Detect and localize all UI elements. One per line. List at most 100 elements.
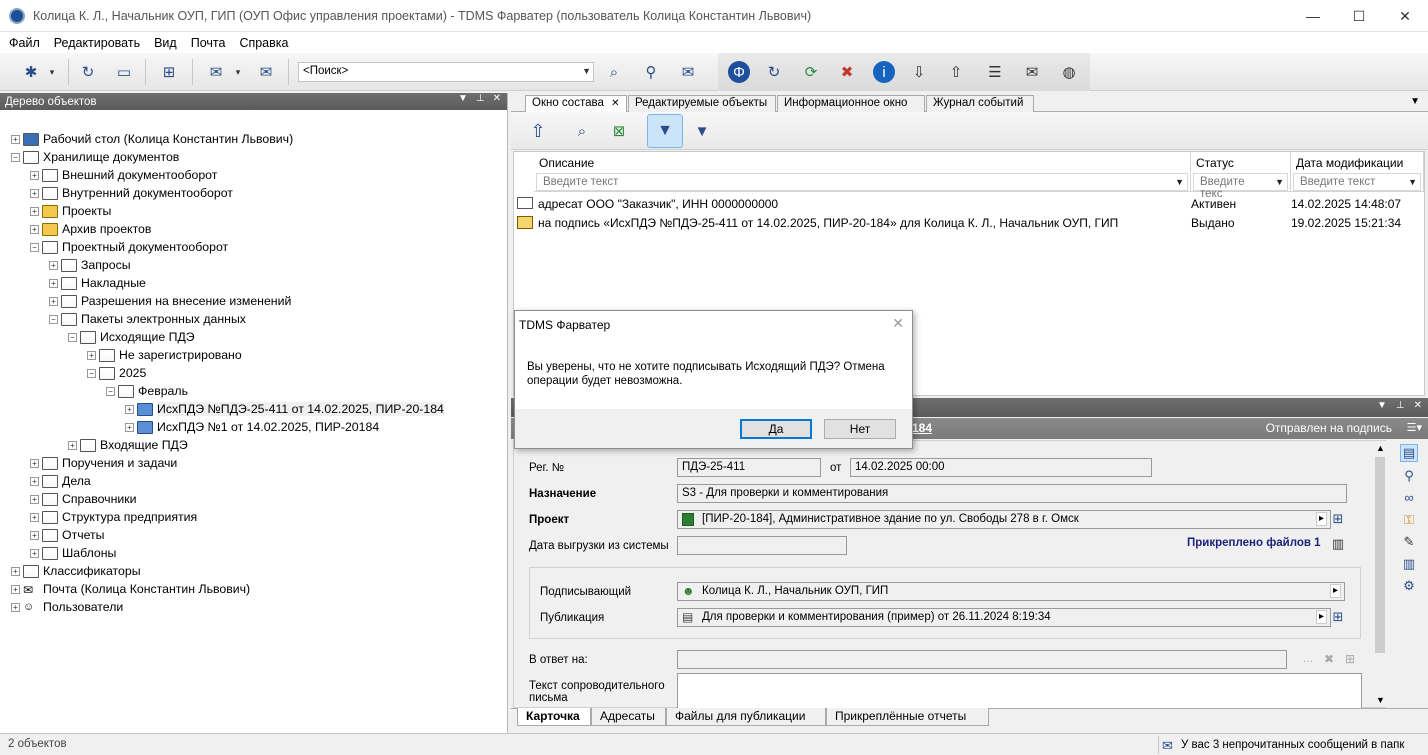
- key-icon[interactable]: ⚿: [1400, 512, 1418, 530]
- table-row[interactable]: на подпись «ИсхПДЭ №ПДЭ-25-411 от 14.02.…: [514, 215, 1424, 234]
- expand-icon[interactable]: +: [125, 422, 134, 432]
- card-scrollbar[interactable]: ▲ ▼: [1373, 441, 1387, 707]
- tab-addressees[interactable]: Адресаты: [591, 708, 666, 726]
- link-icon[interactable]: ∞: [1400, 490, 1418, 508]
- books-icon[interactable]: ▥: [1400, 556, 1418, 574]
- minimize-button[interactable]: —: [1290, 0, 1336, 32]
- chevron-right-icon[interactable]: ▸: [1330, 584, 1341, 598]
- publication-field[interactable]: ▤ Для проверки и комментирования (пример…: [677, 608, 1331, 627]
- info-icon[interactable]: i: [873, 61, 895, 83]
- tree-item[interactable]: − Исходящие ПДЭ: [68, 328, 195, 346]
- tree-item[interactable]: − Хранилище документов: [11, 148, 179, 166]
- collapse-icon[interactable]: −: [49, 314, 58, 324]
- window-icon[interactable]: ▭: [113, 61, 135, 83]
- no-button[interactable]: Нет: [824, 419, 896, 439]
- comment-icon[interactable]: ☰: [984, 61, 1006, 83]
- chevron-up-icon[interactable]: ▲: [1376, 443, 1385, 453]
- expand-icon[interactable]: +: [87, 350, 96, 360]
- menu-mail[interactable]: Почта: [184, 36, 233, 50]
- collapse-icon[interactable]: −: [87, 368, 96, 378]
- filter-settings-icon[interactable]: ▼: [691, 120, 713, 142]
- cover-letter-textarea[interactable]: [677, 673, 1362, 709]
- export-date-field[interactable]: [677, 536, 847, 555]
- tree-item[interactable]: + ☺ Пользователи: [11, 598, 123, 616]
- tab-edited-objects[interactable]: Редактируемые объекты: [628, 95, 776, 112]
- tree-item[interactable]: + Классификаторы: [11, 562, 141, 580]
- search-combo[interactable]: <Поиск> ▼: [298, 62, 594, 82]
- card-view-icon[interactable]: ▤: [1400, 444, 1418, 462]
- compose-mail-icon[interactable]: ✉: [205, 61, 227, 83]
- tab-attached-reports[interactable]: Прикреплённые отчеты: [826, 708, 989, 726]
- table-row[interactable]: адресат ООО "Заказчик", ИНН 0000000000 А…: [514, 196, 1424, 215]
- expand-icon[interactable]: +: [11, 584, 20, 594]
- expand-icon[interactable]: +: [30, 188, 39, 198]
- panel-menu-icon[interactable]: ▼: [1377, 400, 1387, 411]
- column-modified-date[interactable]: Дата модификации Введите текст ▼: [1291, 152, 1424, 192]
- expand-icon[interactable]: +: [30, 494, 39, 504]
- expand-icon[interactable]: +: [30, 512, 39, 522]
- attachments-icon[interactable]: ▥: [1329, 535, 1347, 553]
- new-object-icon[interactable]: ✱: [20, 61, 42, 83]
- search-folder-icon[interactable]: ⌕: [603, 61, 625, 83]
- dialog-close-button[interactable]: ✕: [892, 315, 904, 332]
- project-tree-icon[interactable]: ⊞: [1329, 510, 1347, 528]
- sync-users-icon[interactable]: ⟳: [800, 61, 822, 83]
- tree-item[interactable]: + Внутренний документооборот: [30, 184, 233, 202]
- tree-item[interactable]: + Входящие ПДЭ: [68, 436, 188, 454]
- search-user-icon[interactable]: ⚲: [640, 61, 662, 83]
- tree-item[interactable]: + Шаблоны: [30, 544, 116, 562]
- close-button[interactable]: ✕: [1382, 0, 1428, 32]
- column-status[interactable]: Статус Введите текс ▼: [1191, 152, 1291, 200]
- tree-item[interactable]: + Проекты: [30, 202, 111, 220]
- column-description[interactable]: Описание Введите текст ▼: [534, 152, 1191, 192]
- tree-item[interactable]: + Рабочий стол (Колица Константин Львович…: [11, 130, 293, 148]
- pin-icon[interactable]: ⊥: [1396, 400, 1405, 411]
- mail-out-icon[interactable]: ✉: [1021, 61, 1043, 83]
- maximize-button[interactable]: ☐: [1336, 0, 1382, 32]
- bookmark-up-icon[interactable]: ⇧: [945, 61, 967, 83]
- tree-item[interactable]: + Дела: [30, 472, 91, 490]
- menu-view[interactable]: Вид: [147, 36, 184, 50]
- chevron-down-icon[interactable]: ▼: [1175, 177, 1184, 187]
- expand-icon[interactable]: +: [30, 170, 39, 180]
- expand-icon[interactable]: +: [11, 566, 20, 576]
- new-object-dropdown-icon[interactable]: ▾: [46, 61, 58, 83]
- expand-icon[interactable]: +: [30, 530, 39, 540]
- panel-menu-icon[interactable]: ▼: [458, 93, 468, 104]
- reload-icon[interactable]: ↻: [763, 61, 785, 83]
- tabs-dropdown-icon[interactable]: ▼: [1410, 96, 1420, 107]
- attached-files-link[interactable]: Прикреплено файлов 1: [1187, 537, 1321, 549]
- purpose-field[interactable]: S3 - Для проверки и комментирования: [677, 484, 1347, 503]
- disconnect-icon[interactable]: ✖: [836, 61, 858, 83]
- collapse-icon[interactable]: −: [11, 152, 20, 162]
- expand-icon[interactable]: +: [30, 458, 39, 468]
- search-mail-icon[interactable]: ✉: [677, 61, 699, 83]
- tree-item[interactable]: + Отчеты: [30, 526, 105, 544]
- project-field[interactable]: [ПИР-20-184], Административное здание по…: [677, 510, 1331, 529]
- reg-number-field[interactable]: ПДЭ-25-411: [677, 458, 821, 477]
- status-dropdown-icon[interactable]: ☰▾: [1407, 421, 1422, 434]
- send-mail-icon[interactable]: ✉: [255, 61, 277, 83]
- expand-icon[interactable]: +: [11, 134, 20, 144]
- tab-info-window[interactable]: Информационное окно: [777, 95, 925, 112]
- tree-item[interactable]: + ✉ Почта (Колица Константин Львович): [11, 580, 250, 598]
- expand-icon[interactable]: +: [49, 296, 58, 306]
- tab-card[interactable]: Карточка: [517, 708, 591, 726]
- collapse-icon[interactable]: −: [30, 242, 39, 252]
- browse-icon[interactable]: …: [1299, 650, 1317, 668]
- chevron-down-icon[interactable]: ▼: [1408, 177, 1417, 187]
- tree-item[interactable]: + Поручения и задачи: [30, 454, 177, 472]
- expand-icon[interactable]: +: [49, 260, 58, 270]
- chevron-down-icon[interactable]: ▼: [1275, 177, 1284, 187]
- chevron-right-icon[interactable]: ▸: [1316, 512, 1327, 526]
- tree-item[interactable]: + Структура предприятия: [30, 508, 197, 526]
- card-number[interactable]: 184: [912, 421, 932, 435]
- export-excel-icon[interactable]: ⊠: [608, 120, 630, 142]
- tab-close-icon[interactable]: ✕: [611, 98, 619, 109]
- expand-icon[interactable]: +: [30, 206, 39, 216]
- home-up-icon[interactable]: ⇧: [527, 120, 549, 142]
- tree-item[interactable]: + ИсхПДЭ №ПДЭ-25-411 от 14.02.2025, ПИР-2…: [125, 400, 444, 418]
- chevron-right-icon[interactable]: ▸: [1316, 610, 1327, 624]
- chevron-down-icon[interactable]: ▼: [582, 66, 591, 76]
- reg-date-field[interactable]: 14.02.2025 00:00: [850, 458, 1152, 477]
